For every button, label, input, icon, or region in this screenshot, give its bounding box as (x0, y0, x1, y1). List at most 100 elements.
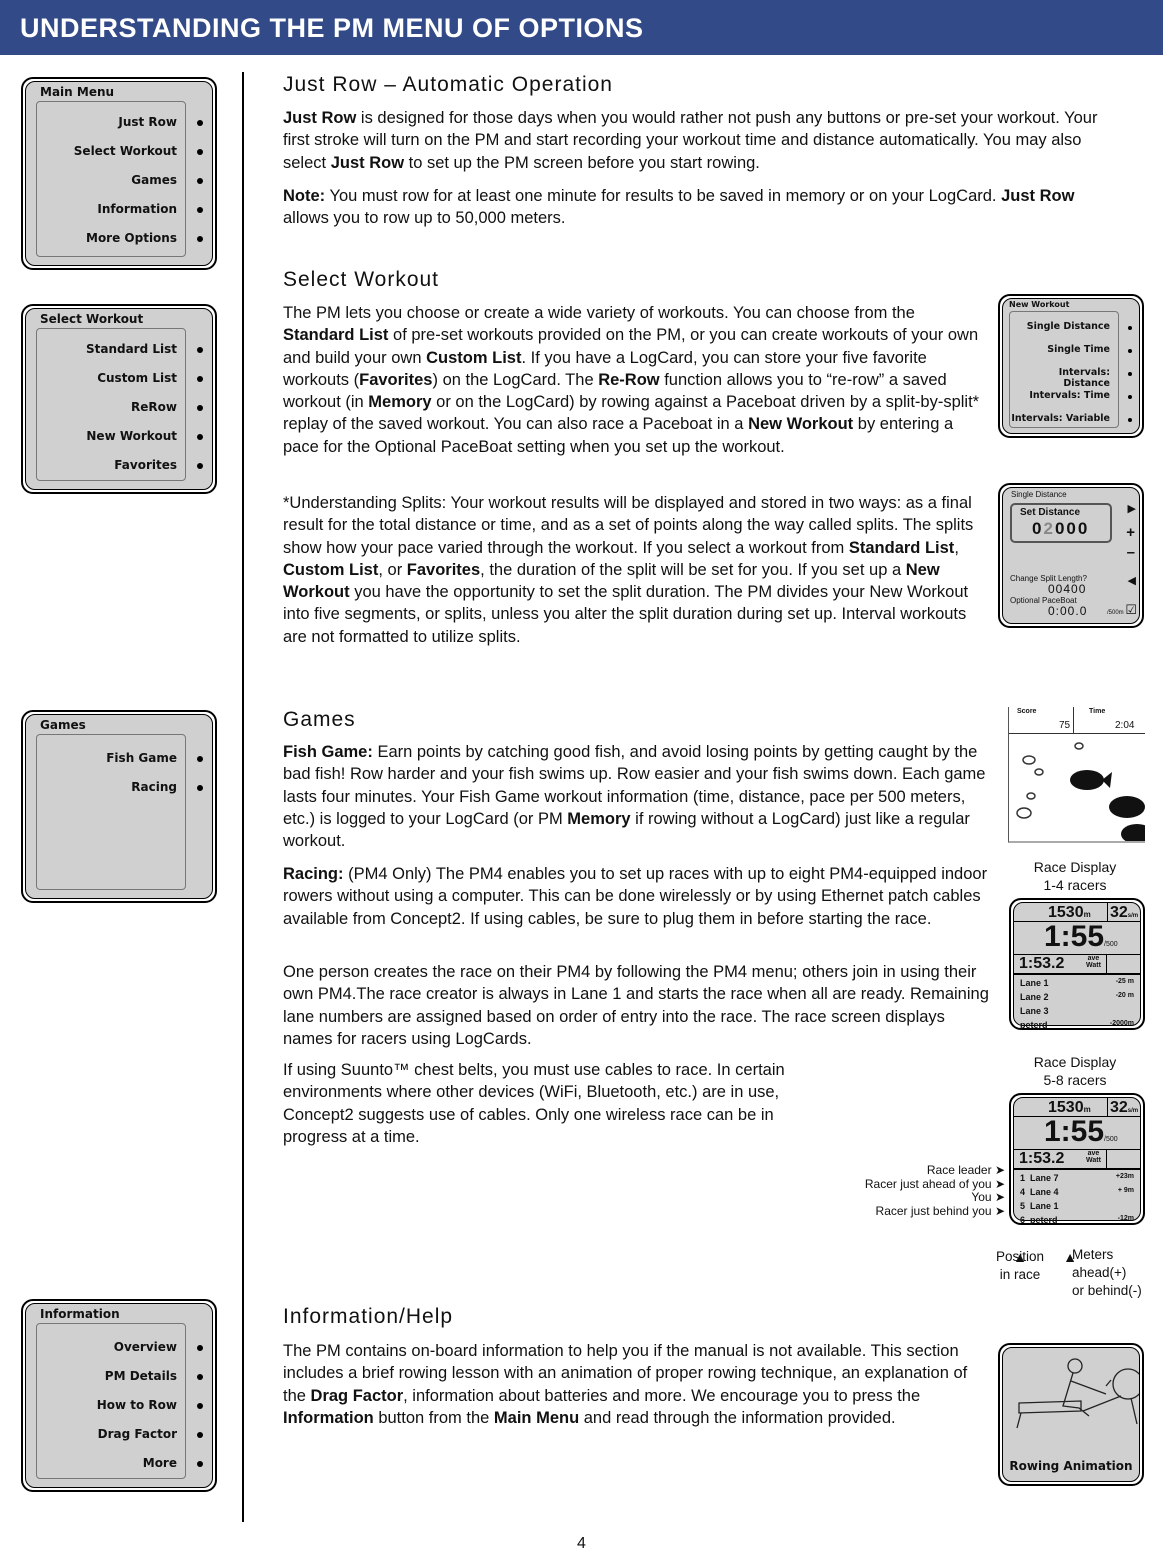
select-button-icon[interactable] (197, 1345, 203, 1351)
select-button-icon[interactable] (197, 236, 203, 242)
menu-item[interactable]: More (37, 1456, 203, 1470)
menu-item[interactable]: Intervals: Distance (1010, 367, 1132, 389)
select-button-icon[interactable] (1128, 326, 1132, 330)
menu-item-label: Just Row (118, 115, 177, 129)
select-button-icon[interactable] (1128, 372, 1132, 376)
select-button-icon[interactable] (1128, 418, 1132, 422)
menu-item-label: Games (131, 173, 177, 187)
time-value: 2:04 (1115, 720, 1135, 731)
menu-item[interactable]: New Workout (37, 429, 203, 443)
menu-item-label: Intervals: Distance (1058, 367, 1110, 389)
select-button-icon[interactable] (1128, 395, 1132, 399)
select-button-icon[interactable] (197, 785, 203, 791)
menu-title: New Workout (1009, 300, 1070, 309)
race-annotation: Race leader ➤ (926, 1163, 1005, 1177)
select-button-icon[interactable] (197, 1432, 203, 1438)
next-icon[interactable]: ▶ (1128, 502, 1136, 515)
rower-illustration (1016, 1358, 1139, 1429)
race-display-2-caption: Race Display 5-8 racers (1033, 1054, 1117, 1088)
select-button-icon[interactable] (197, 376, 203, 382)
games-paragraph-2: Racing: (PM4 Only) The PM4 enables you t… (283, 865, 988, 928)
menu-item-label: More Options (86, 231, 177, 245)
score-value: 75 (1059, 720, 1071, 731)
menu-item[interactable]: ReRow (37, 400, 203, 414)
select-button-icon[interactable] (197, 463, 203, 469)
menu-item[interactable]: Information (37, 202, 203, 216)
select-workout-paragraph-2: *Understanding Splits: Your workout resu… (283, 494, 974, 646)
menu-item-label: Select Workout (73, 144, 177, 158)
minus-icon[interactable]: – (1127, 544, 1135, 561)
menu-item[interactable]: Racing (37, 780, 203, 794)
pace: 1:55/500 (1044, 920, 1118, 953)
back-icon[interactable]: ◀ (1128, 574, 1136, 587)
page-number: 4 (577, 1535, 586, 1552)
menu-item-label: Information (97, 202, 177, 216)
lane-row: 1 Lane 7 +23m (1020, 1173, 1134, 1183)
information-heading: Information/Help (283, 1305, 454, 1328)
menu-title: Information (40, 1307, 120, 1321)
menu-item[interactable]: Single Distance (1010, 321, 1132, 332)
distance-value[interactable]: 02000 (1032, 519, 1089, 539)
lane-row: 5 Lane 1 (1020, 1201, 1059, 1211)
games-paragraph-4: If using Suunto™ chest belts, you must u… (283, 1061, 785, 1146)
menu-item-label: Single Time (1047, 344, 1110, 355)
menu-item[interactable]: Drag Factor (37, 1427, 203, 1441)
menu-item[interactable]: Select Workout (37, 144, 203, 158)
select-button-icon[interactable] (197, 347, 203, 353)
menu-item-label: New Workout (86, 429, 177, 443)
page-banner: UNDERSTANDING THE PM MENU OF OPTIONS (0, 0, 1163, 55)
menu-item[interactable]: Intervals: Time (1010, 390, 1132, 401)
race-display-1-caption: Race Display 1-4 racers (1033, 859, 1117, 893)
new-workout-screen: New Workout Single Distance Single Time Int… (998, 294, 1144, 438)
menu-item[interactable]: Overview (37, 1340, 203, 1354)
select-button-icon[interactable] (197, 1403, 203, 1409)
select-workout-paragraph-1: The PM lets you choose or create a wide … (283, 304, 980, 456)
menu-item[interactable]: Just Row (37, 115, 203, 129)
menu-item[interactable]: Intervals: Variable (1010, 413, 1132, 424)
select-button-icon[interactable] (197, 1374, 203, 1380)
menu-item[interactable]: Games (37, 173, 203, 187)
divider (242, 72, 244, 1522)
lane-row: Lane 2 -20 m (1020, 992, 1134, 1002)
menu-item[interactable]: More Options (37, 231, 203, 245)
menu-item-label: Single Distance (1026, 321, 1110, 332)
split-length-value[interactable]: 00400 (1048, 582, 1086, 596)
race-display-5-8: 1530m 32s/m 1:55/500 1:53.2 ave Watt 1 Lane 7 +2… (1009, 1093, 1145, 1225)
paceboat-value[interactable]: 0:00.0 (1048, 604, 1087, 618)
fish-illustration (1016, 742, 1145, 841)
lane-row: 6 peterd -12m (1020, 1215, 1134, 1225)
menu-item[interactable]: Fish Game (37, 751, 203, 765)
menu-item[interactable]: Favorites (37, 458, 203, 472)
menu-item-label: Intervals: Time (1029, 390, 1110, 401)
select-button-icon[interactable] (197, 756, 203, 762)
menu-item[interactable]: How to Row (37, 1398, 203, 1412)
just-row-heading: Just Row – Automatic Operation (283, 73, 613, 96)
rowing-animation-label: Rowing Animation (1009, 1459, 1133, 1473)
paceboat-unit: /500m (1107, 610, 1124, 616)
select-button-icon[interactable] (197, 149, 203, 155)
main-menu-screen: Main Menu Just Row Select Workout Games Info… (21, 77, 217, 270)
menu-item[interactable]: Standard List (37, 342, 203, 356)
menu-item-label: ReRow (131, 400, 177, 414)
lane-row: 4 Lane 4 + 9m (1020, 1187, 1134, 1197)
select-button-icon[interactable] (1128, 349, 1132, 353)
checkbox-icon[interactable]: ☑ (1125, 602, 1137, 618)
select-button-icon[interactable] (197, 207, 203, 213)
select-button-icon[interactable] (197, 405, 203, 411)
select-button-icon[interactable] (197, 120, 203, 126)
menu-item[interactable]: Custom List (37, 371, 203, 385)
select-button-icon[interactable] (197, 178, 203, 184)
games-screen: Games Fish Game Racing (21, 710, 217, 903)
lane-row: Lane 1 -25 m (1020, 978, 1134, 988)
menu-item[interactable]: Single Time (1010, 344, 1132, 355)
select-button-icon[interactable] (197, 1461, 203, 1467)
select-button-icon[interactable] (197, 434, 203, 440)
race-annotation: Racer just ahead of you ➤ (864, 1176, 1005, 1191)
menu-item-label: Favorites (114, 458, 177, 472)
menu-item[interactable]: PM Details (37, 1369, 203, 1383)
pace: 1:55/500 (1044, 1115, 1118, 1148)
race-annotation: Racer just behind you ➤ (875, 1203, 1005, 1218)
fish-game-screen: Score 75 Time 2:04 (1008, 707, 1145, 843)
menu-item-label: Racing (131, 780, 177, 794)
plus-icon[interactable]: + (1126, 524, 1135, 541)
